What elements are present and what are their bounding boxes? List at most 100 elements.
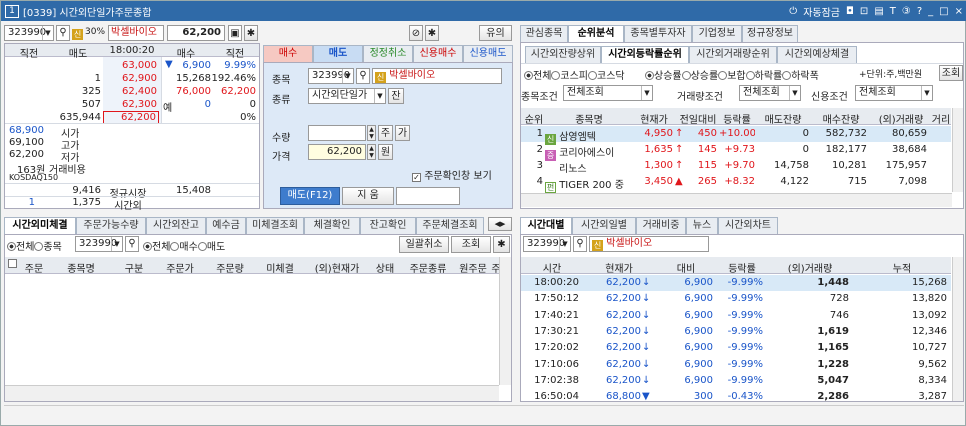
select-all-checkbox[interactable]: [8, 259, 17, 270]
unfilled-filter-side[interactable]: 전체 매수 매도: [143, 238, 225, 253]
warning-button[interactable]: 유의: [479, 25, 512, 41]
subtab-after-expected[interactable]: 시간외예상체결: [777, 46, 857, 63]
tab-after-unfilled[interactable]: 시간외미체결: [4, 217, 76, 234]
time-code-select[interactable]: 323990 ▼: [523, 236, 571, 252]
rank-stock[interactable]: 펀 TIGER 200 중: [545, 176, 624, 193]
market-filter[interactable]: 전체 코스피 코스닥: [524, 67, 625, 82]
time-diff: 300: [693, 391, 713, 403]
layout-icon[interactable]: ◘: [846, 6, 854, 17]
confirm-checkbox[interactable]: ✓ 주문확인창 보기: [412, 167, 492, 182]
time-cell: 17:20:02: [534, 342, 579, 354]
ask-price[interactable]: 63,000: [103, 60, 157, 71]
help-icon[interactable]: ?: [917, 6, 922, 17]
tab-ranking[interactable]: 순위분석: [568, 25, 624, 42]
batch-cancel-button[interactable]: 일괄취소: [399, 236, 449, 253]
tab-by-time[interactable]: 시간대별: [520, 217, 572, 234]
direction-filter[interactable]: 상승률 상승률 보합 하락률 하락폭: [645, 67, 819, 82]
clear-button[interactable]: 지 움: [342, 187, 394, 205]
subtab-after-balance[interactable]: 시간외잔량상위: [525, 46, 601, 63]
gear-icon[interactable]: ✱: [493, 236, 510, 253]
search-icon[interactable]: ⚲: [56, 25, 70, 41]
minimize-icon[interactable]: _: [928, 6, 933, 17]
tab-unfilled-query[interactable]: 미체결조회: [246, 217, 304, 234]
tab-scroll-arrows[interactable]: ◀▶: [488, 217, 512, 231]
stock-code-select[interactable]: 323990 ▼: [4, 25, 54, 41]
close-icon[interactable]: ×: [955, 6, 963, 17]
order-type-select[interactable]: 시간외단일가 ▼: [308, 88, 386, 104]
auto-lock-label[interactable]: 자동잠금: [803, 4, 840, 19]
unfilled-code-select[interactable]: 323990 ▼: [75, 236, 123, 252]
unfilled-hscroll[interactable]: [5, 385, 499, 401]
font-icon[interactable]: T: [890, 6, 896, 17]
ask-price[interactable]: 62,900: [103, 73, 157, 84]
cond3-select[interactable]: 전체조회 ▼: [855, 85, 933, 101]
tab-credit-buy[interactable]: 신용매수: [413, 45, 463, 62]
tab-watchlist[interactable]: 관심종목: [520, 25, 568, 42]
rank-hscroll[interactable]: [521, 193, 952, 207]
tab-order-fill-query[interactable]: 주문체결조회: [416, 217, 484, 234]
price-input[interactable]: 62,200: [308, 144, 366, 160]
cond2-select[interactable]: 전체조회 ▼: [739, 85, 801, 101]
cond1-select[interactable]: 전체조회 ▼: [563, 85, 653, 101]
time-volume: 2,286: [817, 391, 849, 403]
qty-share-button[interactable]: 주: [378, 125, 393, 141]
order-note-field[interactable]: [396, 187, 460, 205]
settings-icon[interactable]: ✱: [244, 25, 258, 41]
order-window: 1 [0339] 시간외단일가주문종합 ⏻ 자동잠금 ◘ ⊡ ▤ T ③ ? _…: [0, 0, 966, 426]
tab-fill-check[interactable]: 체결확인: [304, 217, 360, 234]
search-icon[interactable]: ⚲: [356, 68, 370, 84]
tab-volume-share[interactable]: 거래비중: [636, 217, 686, 234]
balance-button[interactable]: 잔: [388, 88, 404, 104]
qty-avail-button[interactable]: 가: [395, 125, 410, 141]
tab-news[interactable]: 뉴스: [686, 217, 718, 234]
tab-company[interactable]: 기업정보: [692, 25, 742, 42]
unfilled-vscroll[interactable]: [499, 257, 511, 385]
price-unit-button[interactable]: 원: [378, 144, 393, 160]
lock-icon[interactable]: ⏻: [789, 6, 797, 17]
tab-buy[interactable]: 매수: [263, 45, 313, 62]
search-icon[interactable]: ⚲: [125, 236, 139, 252]
tab-investor[interactable]: 종목별투자자: [624, 25, 692, 42]
qty-stepper[interactable]: ▲ ▼: [367, 125, 376, 141]
subtab-after-change[interactable]: 시간외등락률순위: [601, 46, 689, 63]
tab-modify-cancel[interactable]: 정정취소: [363, 45, 413, 62]
tab-balance-check[interactable]: 잔고확인: [360, 217, 416, 234]
sell-submit-button[interactable]: 매도(F12): [280, 187, 340, 205]
price-stepper[interactable]: ▲ ▼: [367, 144, 376, 160]
maximize-icon[interactable]: □: [939, 6, 948, 17]
ask-price[interactable]: 62,400: [103, 86, 157, 97]
screen-num-icon[interactable]: ③: [902, 6, 911, 17]
rank-stock[interactable]: 증 코리아에스이: [545, 144, 614, 161]
tab-regular-info[interactable]: 정규장정보: [742, 25, 798, 42]
tab-orderable-qty[interactable]: 주문가능수량: [76, 217, 146, 234]
rank-col: 종목명: [575, 115, 603, 126]
time-vscroll[interactable]: [952, 257, 963, 401]
rank-stock[interactable]: 리노스: [559, 160, 587, 175]
tab-after-chart[interactable]: 시간외차트: [718, 217, 778, 234]
tab-after-balance[interactable]: 시간외잔고: [146, 217, 206, 234]
link-icon[interactable]: ⊡: [860, 6, 868, 17]
edit-icon[interactable]: ⊘: [409, 25, 423, 41]
tab-after-daily[interactable]: 시간외일별: [572, 217, 636, 234]
pin-icon[interactable]: ▤: [874, 6, 883, 17]
tab-deposit[interactable]: 예수금: [206, 217, 246, 234]
qty-input[interactable]: [308, 125, 366, 141]
rank-vscroll[interactable]: [952, 108, 963, 192]
time-diff: 6,900: [684, 358, 713, 370]
search-icon[interactable]: ⚲: [573, 236, 587, 252]
chart-icon[interactable]: ▣: [228, 25, 242, 41]
unfilled-filter-stock[interactable]: 전체 종목: [7, 238, 62, 253]
gear-icon[interactable]: ✱: [425, 25, 439, 41]
rank-search-button[interactable]: 조회: [939, 65, 963, 81]
unfilled-search-button[interactable]: 조회: [451, 236, 491, 253]
tab-credit-sell[interactable]: 신용매도: [463, 45, 513, 62]
time-price: 62,200: [606, 358, 641, 370]
tab-sell[interactable]: 매도: [313, 45, 363, 62]
subtab-after-volume[interactable]: 시간외거래량순위: [689, 46, 777, 63]
order-stock-code[interactable]: 323990 ▼: [308, 68, 354, 84]
time-price: 62,200: [606, 277, 641, 288]
ask-price[interactable]: 62,300: [103, 99, 157, 110]
bid-pct: 192.46%: [211, 73, 257, 84]
time-volume: 728: [829, 293, 849, 305]
rank-stock[interactable]: 신 삼영엠텍: [545, 128, 596, 145]
